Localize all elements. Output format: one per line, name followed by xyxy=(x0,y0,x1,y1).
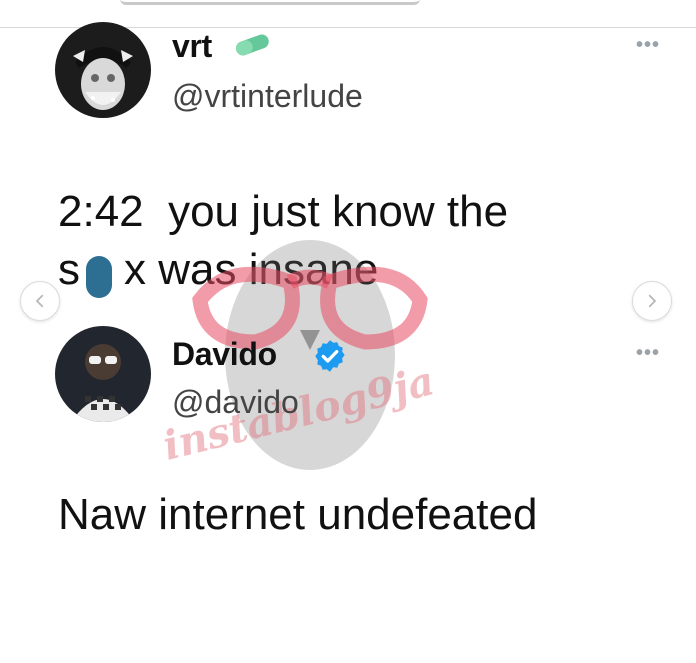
tweet-card-vrt[interactable]: vrt @vrtinterlude ••• 2:42 you just know… xyxy=(0,0,696,320)
tweet-text-vrt: 2:42 you just know the s x was insane xyxy=(58,187,509,294)
censor-blur xyxy=(86,256,112,298)
carousel-prev-button[interactable] xyxy=(20,281,60,321)
avatar-davido[interactable] xyxy=(55,326,151,422)
more-options-icon[interactable]: ••• xyxy=(636,34,660,57)
tweet-text-davido: Naw internet undefeated xyxy=(58,490,538,539)
carousel-next-button[interactable] xyxy=(632,281,672,321)
more-options-icon[interactable]: ••• xyxy=(636,342,660,365)
handle-vrt[interactable]: @vrtinterlude xyxy=(172,78,363,115)
tweet-card-davido[interactable]: Davido @davido ••• Naw internet undefeat… xyxy=(0,320,696,570)
chevron-left-icon xyxy=(36,294,44,308)
display-name-vrt[interactable]: vrt xyxy=(172,28,212,65)
verified-badge-icon xyxy=(315,340,345,372)
handle-davido[interactable]: @davido xyxy=(172,384,299,421)
pill-emoji-icon xyxy=(235,34,269,56)
avatar-vrt[interactable] xyxy=(55,22,151,118)
display-name-davido[interactable]: Davido xyxy=(172,336,277,373)
chevron-right-icon xyxy=(648,294,656,308)
